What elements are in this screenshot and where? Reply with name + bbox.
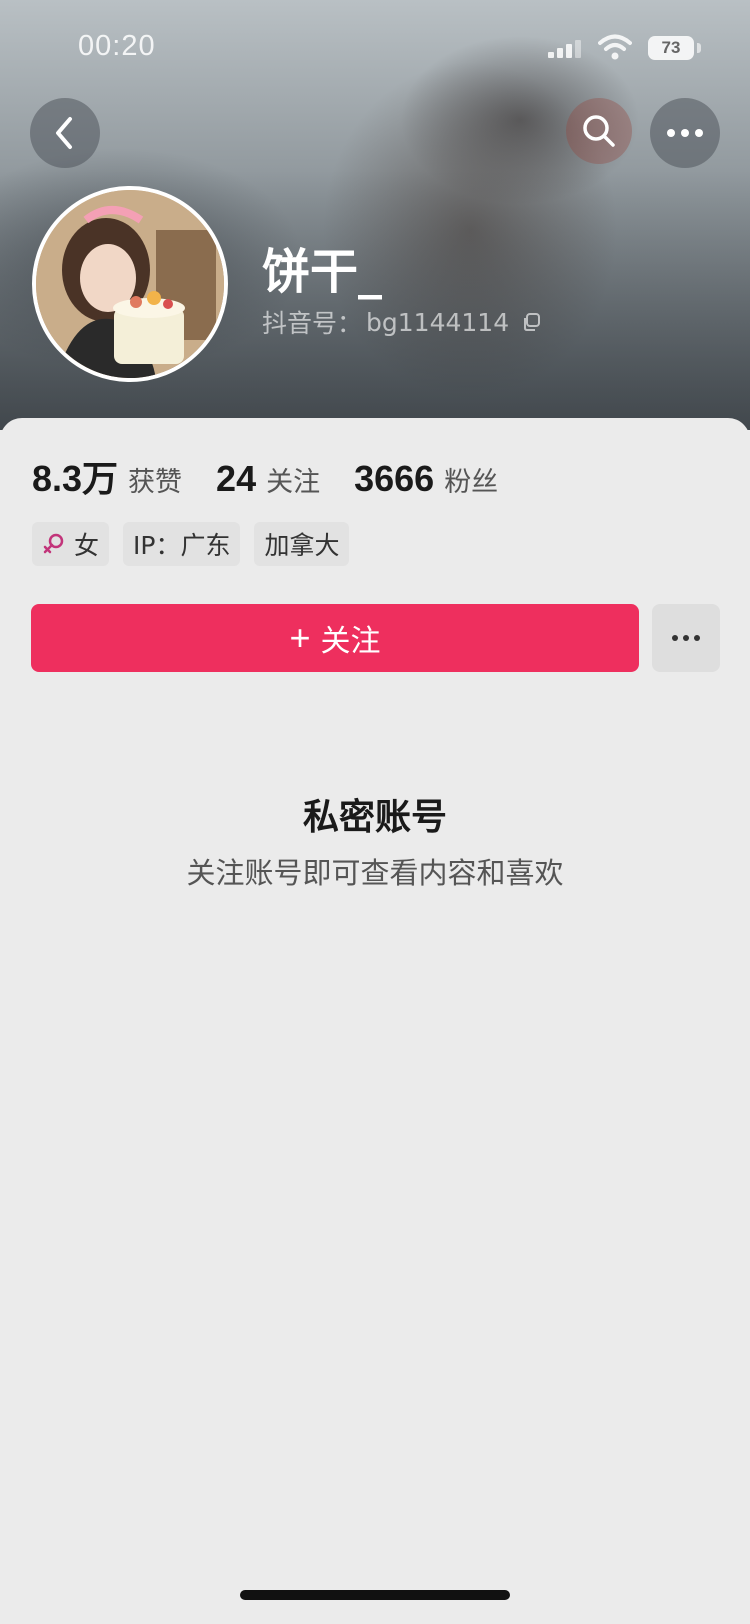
profile-tags: 女 IP：广东 加拿大 <box>32 522 350 566</box>
stat-label: 获赞 <box>128 467 183 498</box>
stat-value: 24 <box>216 458 257 499</box>
more-actions-button[interactable] <box>652 604 720 672</box>
female-icon <box>43 533 64 554</box>
status-time: 00:20 <box>78 30 156 62</box>
profile-card: 8.3万 获赞 24 关注 3666 粉丝 女 IP：广东 加拿大 + 关注 私… <box>0 418 750 1624</box>
signal-icon <box>548 40 581 58</box>
more-icon <box>672 635 700 641</box>
profile-handle: 抖音号： bg1144114 <box>262 304 541 340</box>
tag-location: 加拿大 <box>254 522 350 566</box>
stat-value: 3666 <box>354 458 435 499</box>
plus-icon: + <box>289 617 311 658</box>
tag-gender: 女 <box>32 522 110 566</box>
stat-label: 关注 <box>266 467 321 498</box>
search-button[interactable] <box>566 98 632 164</box>
battery-tip <box>697 43 701 53</box>
stat-value: 8.3万 <box>32 458 119 499</box>
tag-gender-label: 女 <box>74 531 100 560</box>
back-button[interactable] <box>30 98 100 168</box>
tag-ip: IP：广东 <box>123 522 241 566</box>
copy-icon[interactable] <box>521 312 541 332</box>
battery-icon: 73 <box>648 36 694 60</box>
stats-row: 8.3万 获赞 24 关注 3666 粉丝 <box>32 450 532 502</box>
back-icon <box>56 117 72 149</box>
profile-header: 00:20 73 饼干_ 抖音号： bg1144114 <box>0 0 750 430</box>
stat-following[interactable]: 24 关注 <box>216 458 320 500</box>
private-account-subtitle: 关注账号即可查看内容和喜欢 <box>186 856 564 890</box>
more-icon <box>667 129 703 137</box>
handle-label: 抖音号： <box>262 309 363 338</box>
follow-label: 关注 <box>320 625 381 658</box>
avatar-image <box>36 190 224 378</box>
search-icon <box>583 115 615 147</box>
more-button[interactable] <box>650 98 720 168</box>
handle-value: bg1144114 <box>366 307 510 337</box>
stat-label: 粉丝 <box>444 467 499 498</box>
avatar[interactable] <box>32 186 228 382</box>
follow-button[interactable]: + 关注 <box>31 604 639 672</box>
status-bar: 00:20 73 <box>0 0 750 100</box>
home-indicator[interactable] <box>240 1590 510 1600</box>
profile-name: 饼干_ <box>262 244 383 300</box>
stat-followers[interactable]: 3666 粉丝 <box>354 458 498 500</box>
wifi-icon <box>598 34 632 60</box>
stat-likes: 8.3万 获赞 <box>32 450 182 502</box>
private-account-title: 私密账号 <box>302 797 447 838</box>
